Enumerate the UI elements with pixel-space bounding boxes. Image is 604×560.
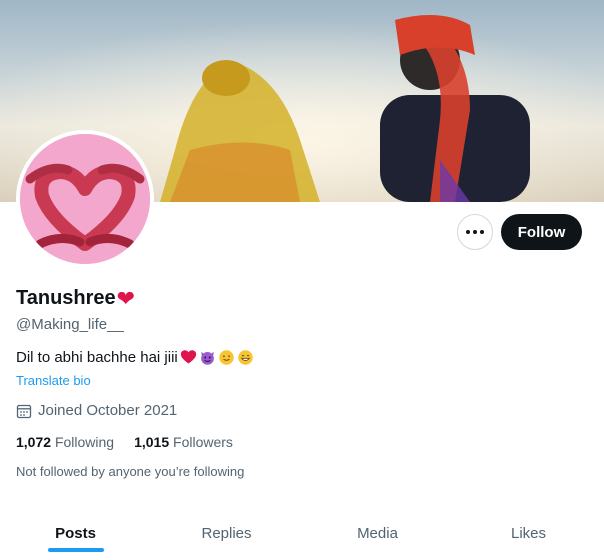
followers-count: 1,015 [134, 434, 170, 450]
joined-text: Joined October 2021 [38, 402, 178, 419]
following-label: Following [54, 434, 115, 450]
avatar-image [20, 134, 150, 264]
tab-posts[interactable]: Posts [0, 506, 151, 560]
following-count: 1,072 [16, 434, 52, 450]
bio-text: Dil to abhi bachhe hai jiii [16, 349, 178, 366]
smile-emoji [219, 350, 234, 365]
following-link[interactable]: 1,072 Following [16, 434, 114, 450]
tab-replies[interactable]: Replies [151, 506, 302, 560]
tab-likes-label: Likes [510, 524, 547, 542]
more-horizontal-icon [465, 230, 486, 234]
tab-media-label: Media [357, 524, 398, 542]
heart-emoji [180, 350, 196, 364]
avatar[interactable] [16, 130, 154, 268]
tab-replies-label: Replies [201, 524, 252, 542]
tab-likes[interactable]: Likes [453, 506, 604, 560]
active-tab-indicator [47, 548, 104, 552]
profile-tabs: Posts Replies Media Likes [0, 506, 604, 560]
devil-emoji [200, 351, 214, 365]
followers-label: Followers [173, 434, 233, 450]
bio: Dil to abhi bachhe hai jiii [16, 349, 254, 366]
more-options-button[interactable] [457, 214, 493, 250]
tab-media[interactable]: Media [302, 506, 453, 560]
mutual-followers-text: Not followed by anyone you’re following [16, 464, 245, 479]
translate-bio-link[interactable]: Translate bio [16, 373, 91, 388]
grin-emoji [238, 350, 253, 365]
followers-link[interactable]: 1,015 Followers [134, 434, 233, 450]
tab-posts-label: Posts [55, 524, 96, 542]
user-handle: @Making_life__ [16, 316, 124, 333]
display-name-text: Tanushree [16, 287, 116, 309]
calendar-icon [16, 404, 32, 418]
follow-stats: 1,072 Following 1,015 Followers [16, 434, 253, 450]
heart-emoji: ❤ [116, 285, 136, 311]
follow-button[interactable]: Follow [501, 214, 582, 250]
display-name: Tanushree ❤ [16, 287, 135, 310]
joined-date: Joined October 2021 [16, 402, 177, 419]
